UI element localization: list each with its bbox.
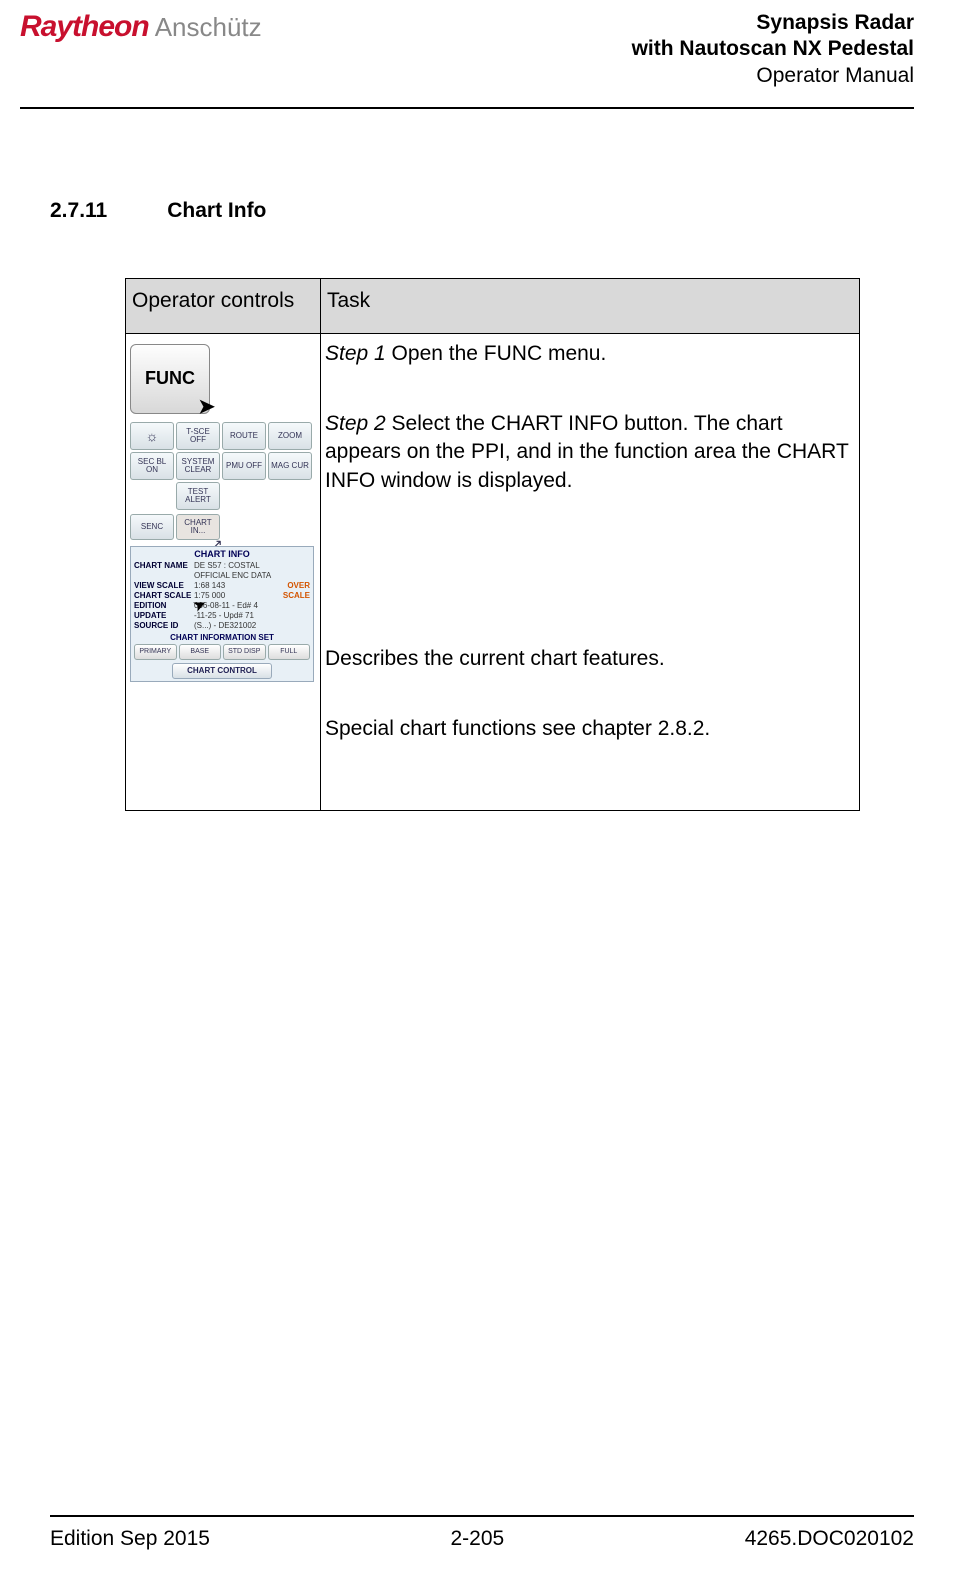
- senc-button[interactable]: SENC: [130, 514, 174, 540]
- preset-row: PRIMARY BASE STD DISP FULL: [134, 644, 310, 660]
- section-title: Chart Info: [167, 199, 266, 223]
- page-header: Raytheon Anschütz Synapsis Radar with Na…: [20, 0, 914, 109]
- brightness-button[interactable]: [130, 422, 174, 450]
- row-official: OFFICIAL ENC DATA: [134, 571, 310, 580]
- system-clear-button[interactable]: SYSTEM CLEAR: [176, 452, 220, 480]
- preset-full-button[interactable]: FULL: [268, 644, 311, 660]
- row-update: UPDATE -11-25 - Upd# 71: [134, 611, 310, 620]
- preset-std-disp-button[interactable]: STD DISP: [223, 644, 266, 660]
- footer-edition: Edition Sep 2015: [50, 1527, 210, 1551]
- section-heading: 2.7.11 Chart Info: [50, 199, 909, 223]
- step-1-text: Open the FUNC menu.: [386, 342, 607, 365]
- test-alert-button[interactable]: TEST ALERT: [176, 482, 220, 510]
- doc-title-l1: Synapsis Radar: [632, 10, 914, 36]
- doc-title-block: Synapsis Radar with Nautoscan NX Pedesta…: [632, 10, 914, 89]
- th-task: Task: [321, 278, 860, 333]
- step-1: Step 1 Open the FUNC menu.: [325, 340, 855, 368]
- operator-controls-cell: FUNC ➤ T-SCE OFF ROUTE ZOOM SEC BL ON SY…: [126, 333, 321, 810]
- row-source-id: SOURCE ID (S...) - DE321002: [134, 621, 310, 630]
- chart-info-set-title: CHART INFORMATION SET: [134, 633, 310, 642]
- chart-info-title: CHART INFO: [134, 549, 310, 559]
- logo-anschutz: Anschütz: [155, 12, 262, 43]
- th-operator-controls: Operator controls: [126, 278, 321, 333]
- sec-bl-on-button[interactable]: SEC BL ON: [130, 452, 174, 480]
- doc-title-l2: with Nautoscan NX Pedestal: [632, 36, 914, 62]
- row-chart-scale: CHART SCALE 1:75 000 SCALE: [134, 591, 310, 600]
- footer-doc-id: 4265.DOC020102: [745, 1527, 914, 1551]
- route-button[interactable]: ROUTE: [222, 422, 266, 450]
- section-number: 2.7.11: [50, 199, 107, 223]
- zoom-button[interactable]: ZOOM: [268, 422, 312, 450]
- function-button-grid: T-SCE OFF ROUTE ZOOM SEC BL ON SYSTEM CL…: [130, 422, 316, 510]
- chart-info-panel: CHART INFO CHART NAME DE S57 : COSTAL OF…: [130, 546, 314, 682]
- row-edition: EDITION 006-08-11 - Ed# 4: [134, 601, 310, 610]
- func-button-label: FUNC: [145, 368, 195, 389]
- step-2-text: Select the CHART INFO button. The chart …: [325, 412, 848, 492]
- page-footer: Edition Sep 2015 2-205 4265.DOC020102: [50, 1515, 914, 1551]
- procedure-table: Operator controls Task FUNC ➤ T-SCE OFF …: [125, 278, 860, 811]
- pmu-off-button[interactable]: PMU OFF: [222, 452, 266, 480]
- chart-info-button[interactable]: CHART IN...: [176, 514, 220, 540]
- logo: Raytheon Anschütz: [20, 10, 262, 44]
- description-text: Describes the current chart features.: [325, 645, 855, 673]
- doc-title-l3: Operator Manual: [632, 63, 914, 89]
- preset-base-button[interactable]: BASE: [179, 644, 222, 660]
- row-chart-name: CHART NAME DE S57 : COSTAL: [134, 561, 310, 570]
- row-view-scale: VIEW SCALE 1:68 143 OVER: [134, 581, 310, 590]
- func-button[interactable]: FUNC ➤: [130, 344, 210, 414]
- footer-page-number: 2-205: [450, 1527, 504, 1551]
- preset-primary-button[interactable]: PRIMARY: [134, 644, 177, 660]
- task-cell: Step 1 Open the FUNC menu. Step 2 Select…: [321, 333, 860, 810]
- chart-control-button[interactable]: CHART CONTROL: [172, 663, 272, 679]
- step-2: Step 2 Select the CHART INFO button. The…: [325, 410, 855, 495]
- reference-text: Special chart functions see chapter 2.8.…: [325, 715, 855, 743]
- step-2-label: Step 2: [325, 412, 386, 435]
- tsce-off-button[interactable]: T-SCE OFF: [176, 422, 220, 450]
- cursor-icon: ➤: [198, 394, 215, 419]
- mag-cur-button[interactable]: MAG CUR: [268, 452, 312, 480]
- step-1-label: Step 1: [325, 342, 386, 365]
- logo-raytheon: Raytheon: [20, 10, 149, 44]
- senc-row: SENC CHART IN...: [130, 514, 316, 540]
